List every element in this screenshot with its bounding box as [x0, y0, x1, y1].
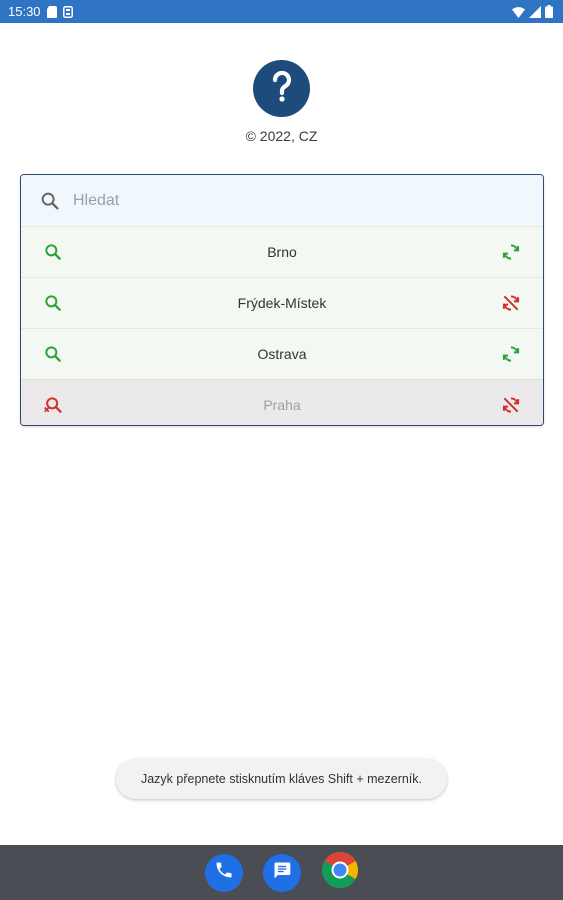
status-left: 15:30: [8, 4, 73, 19]
app-logo: [253, 60, 310, 117]
list-item-praha[interactable]: Praha: [21, 379, 543, 425]
messages-icon: [272, 860, 292, 885]
list-item-label: Ostrava: [257, 346, 307, 362]
list-item-ostrava[interactable]: Ostrava: [21, 328, 543, 379]
search-off-icon[interactable]: [43, 395, 63, 415]
wifi-icon: [512, 6, 525, 18]
storage-icon: [62, 5, 73, 18]
chrome-icon: [321, 851, 359, 894]
copyright-text: © 2022, CZ: [245, 128, 318, 144]
sd-card-icon: [46, 5, 57, 18]
sync-icon[interactable]: [501, 242, 521, 262]
status-bar: 15:30: [0, 0, 563, 23]
search-icon[interactable]: [43, 344, 63, 364]
search-icon: [39, 190, 61, 212]
search-icon[interactable]: [43, 293, 63, 313]
list-item-frydek-mistek[interactable]: Frýdek-Místek: [21, 277, 543, 328]
status-time: 15:30: [8, 4, 41, 19]
app-dock: [0, 845, 563, 900]
city-panel: Brno Frýdek-Místek Ostrava Praha: [20, 174, 544, 426]
sync-icon[interactable]: [501, 344, 521, 364]
status-right: [512, 5, 553, 18]
list-item-label: Frýdek-Místek: [237, 295, 327, 311]
messages-app-button[interactable]: [262, 853, 301, 892]
signal-icon: [529, 5, 541, 18]
phone-app-button[interactable]: [204, 853, 243, 892]
list-item-label: Praha: [263, 397, 301, 413]
chrome-app-button[interactable]: [321, 851, 359, 894]
search-bar: [21, 175, 543, 226]
search-icon[interactable]: [43, 242, 63, 262]
sync-disabled-icon[interactable]: [501, 395, 521, 415]
list-item-label: Brno: [267, 244, 297, 260]
list-item-brno[interactable]: Brno: [21, 226, 543, 277]
search-input[interactable]: [73, 185, 493, 216]
toast-message: Jazyk přepnete stisknutím kláves Shift +…: [116, 759, 447, 799]
question-mark-icon: [267, 69, 297, 108]
sync-disabled-icon[interactable]: [501, 293, 521, 313]
phone-icon: [214, 860, 234, 885]
battery-icon: [545, 5, 553, 18]
